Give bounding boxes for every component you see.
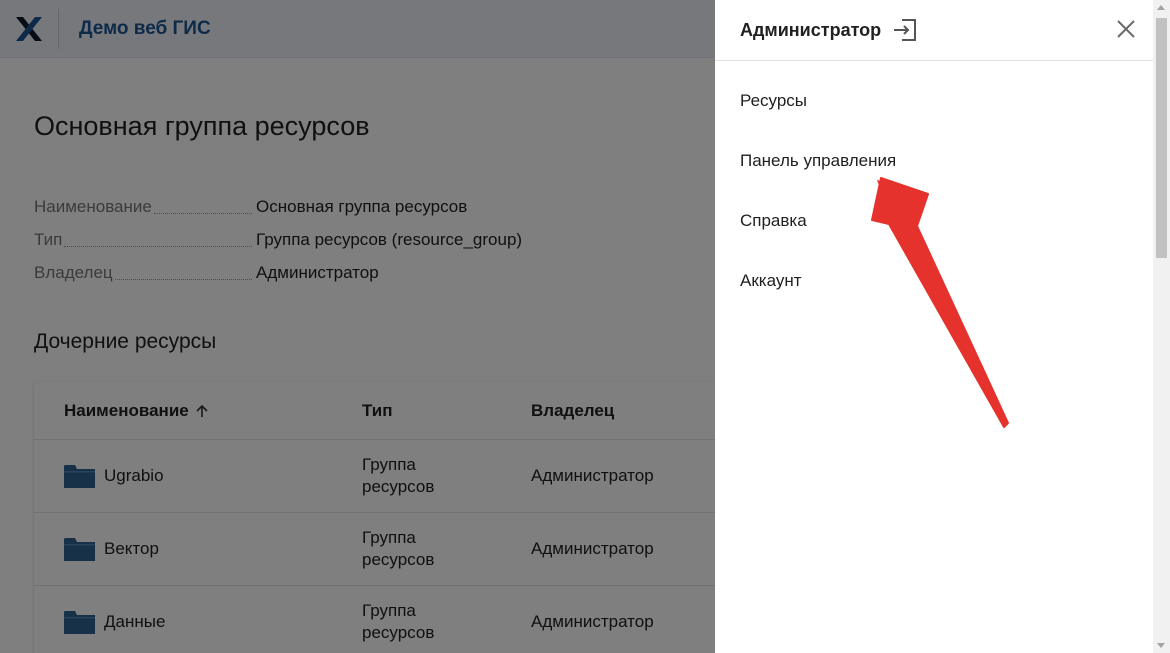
vertical-scrollbar[interactable] [1153,0,1170,653]
logout-icon[interactable] [893,19,917,41]
scroll-thumb[interactable] [1156,18,1167,258]
drawer-user-name[interactable]: Администратор [740,20,881,41]
drawer-menu: Ресурсы Панель управления Справка Аккаун… [715,61,1170,311]
scroll-down-arrow-icon[interactable] [1157,643,1165,648]
menu-item-help[interactable]: Справка [715,191,1170,251]
scroll-up-arrow-icon[interactable] [1157,5,1165,10]
menu-item-account[interactable]: Аккаунт [715,251,1170,311]
menu-item-control-panel[interactable]: Панель управления [715,131,1170,191]
close-icon[interactable] [1116,19,1136,39]
user-menu-drawer: Администратор Ресурсы Панель управления … [715,0,1170,653]
drawer-header: Администратор [715,0,1170,61]
menu-item-resources[interactable]: Ресурсы [715,71,1170,131]
